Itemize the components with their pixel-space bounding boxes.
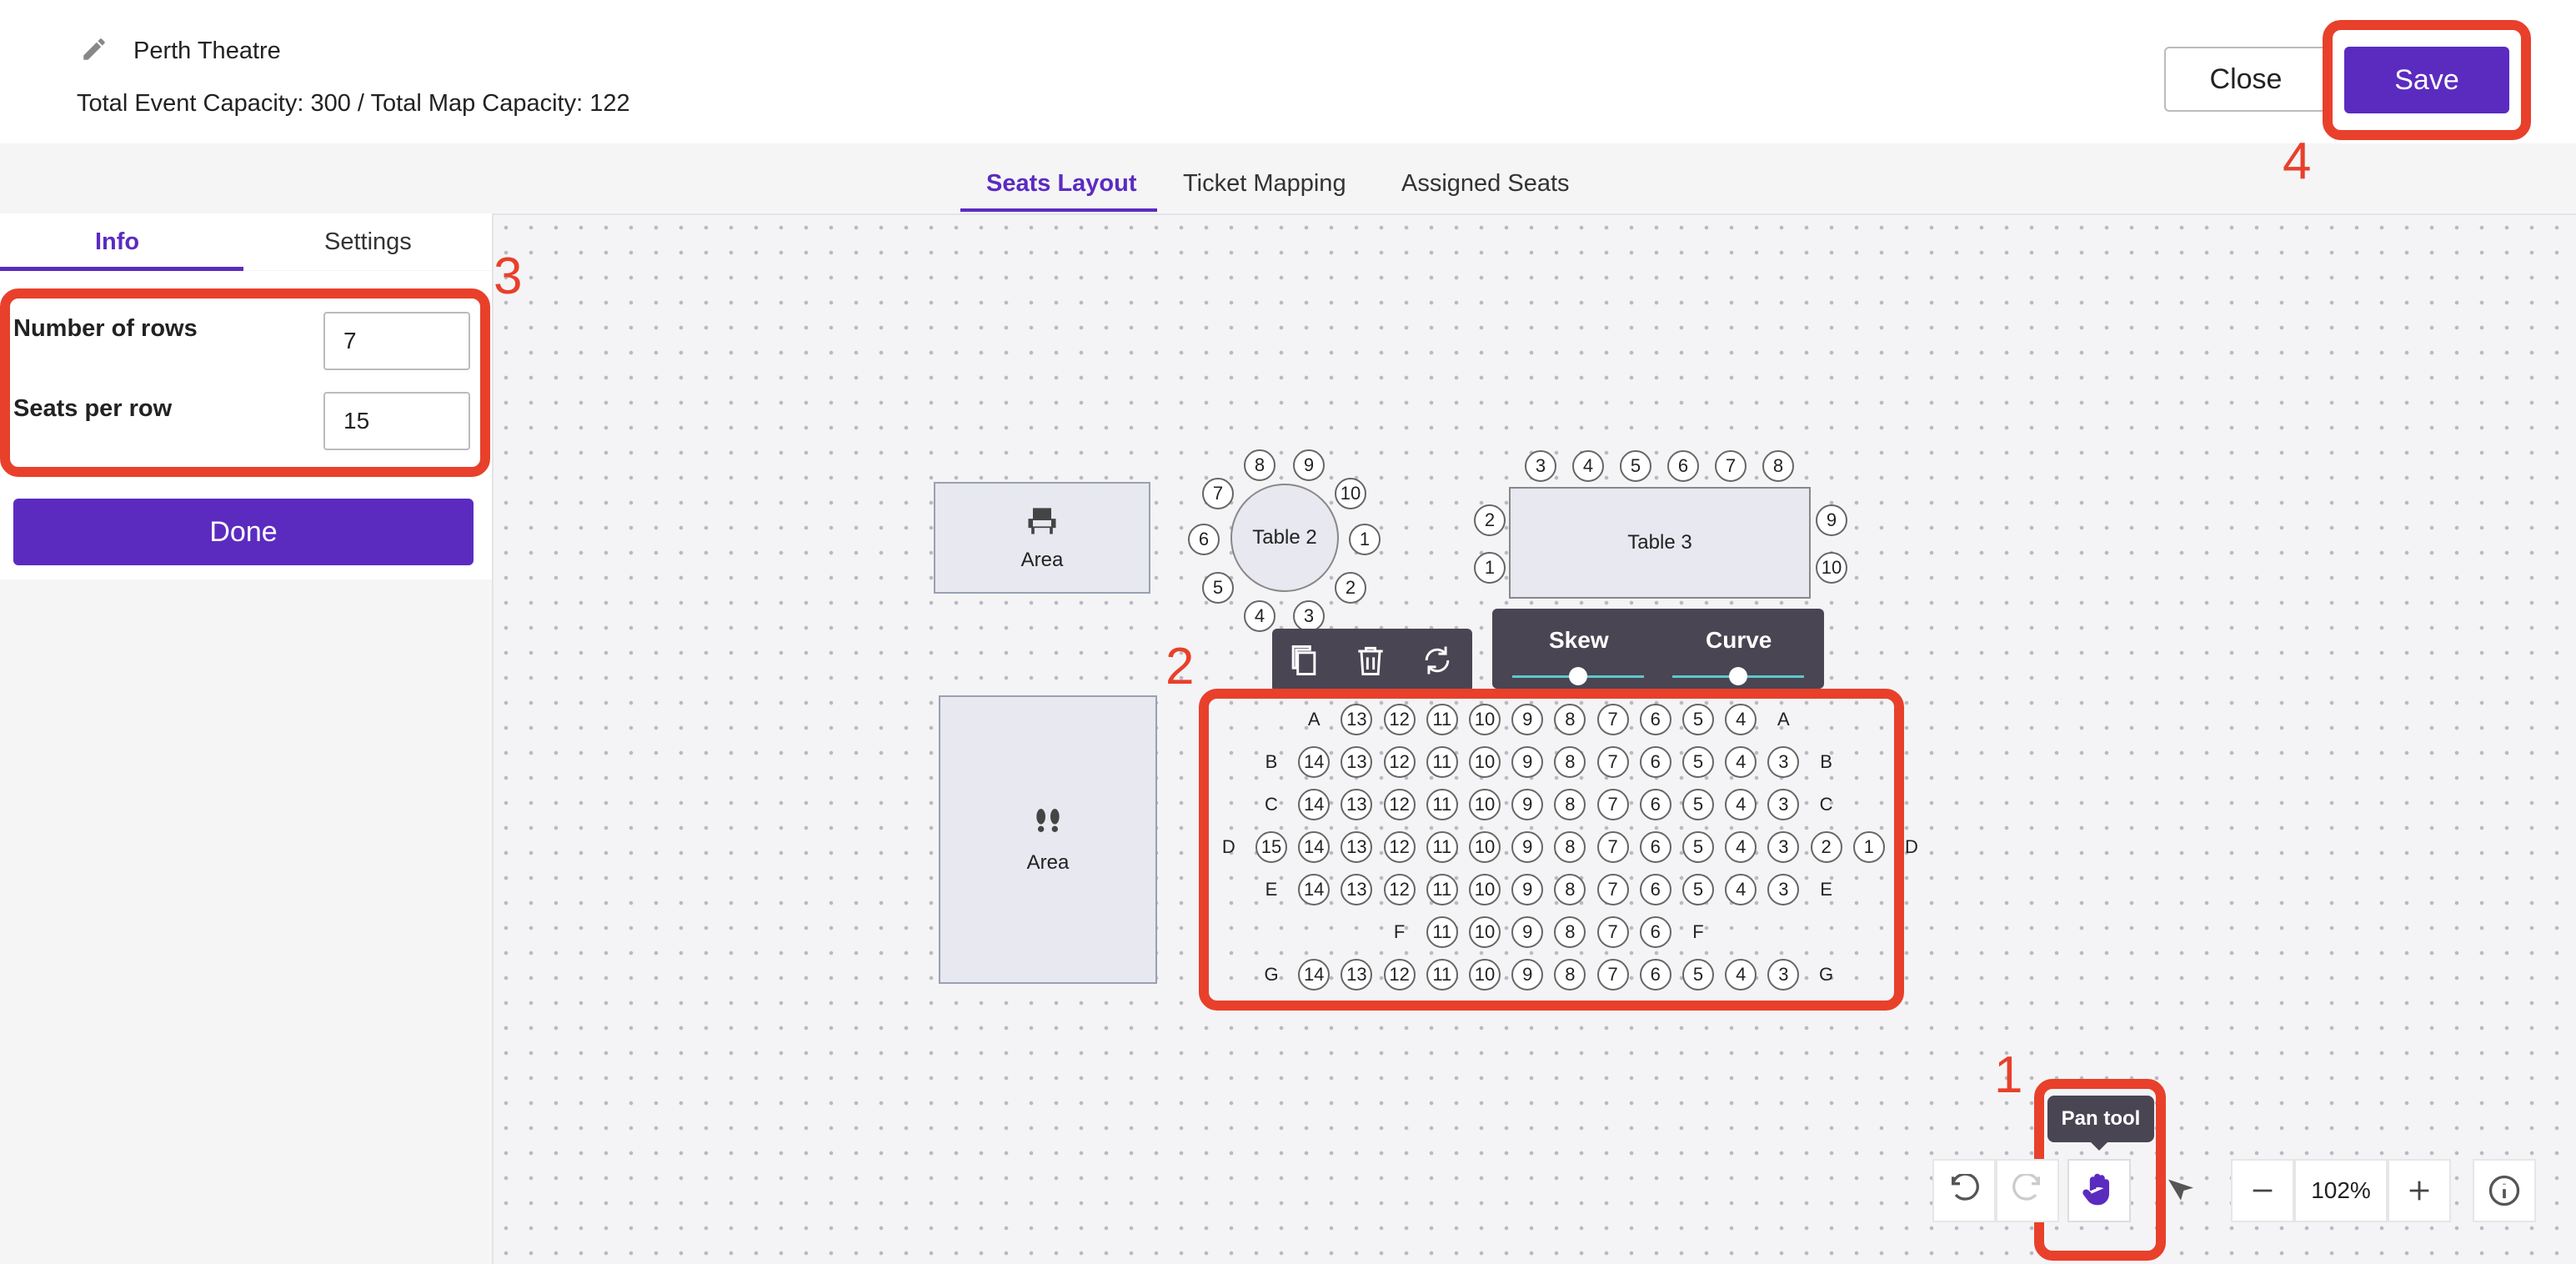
table-3-seat[interactable]: 10 — [1816, 552, 1847, 584]
tab-settings[interactable]: Settings — [324, 228, 412, 256]
tab-seats-layout[interactable]: Seats Layout — [986, 170, 1137, 198]
close-button[interactable]: Close — [2164, 47, 2328, 112]
rotate-icon[interactable] — [1419, 642, 1456, 683]
table-3-label: Table 3 — [1627, 531, 1692, 554]
annotation-4: 4 — [2283, 133, 2312, 190]
done-button[interactable]: Done — [13, 499, 474, 565]
table-3-seat[interactable]: 3 — [1525, 450, 1556, 482]
venue-name: Perth Theatre — [133, 38, 281, 64]
trash-icon[interactable] — [1352, 642, 1389, 683]
zoom-level: 102% — [2294, 1159, 2388, 1222]
copy-icon[interactable] — [1285, 642, 1322, 683]
tooltip-arrow — [2089, 1141, 2109, 1151]
venue-title[interactable]: Perth Theatre — [80, 35, 281, 68]
table-2-label: Table 2 — [1252, 526, 1317, 549]
area-top-label: Area — [1020, 548, 1064, 571]
area-bottom[interactable]: Area — [939, 695, 1157, 984]
table-3-seat[interactable]: 5 — [1620, 450, 1651, 482]
table-2[interactable]: Table 2 — [1230, 484, 1339, 592]
hand-icon — [2082, 1173, 2109, 1206]
annotation-2: 2 — [1165, 638, 1195, 695]
table-2-seat[interactable]: 3 — [1293, 600, 1325, 632]
info-button[interactable] — [2473, 1159, 2536, 1222]
table-2-seat[interactable]: 8 — [1244, 449, 1275, 481]
table-2-seat[interactable]: 4 — [1244, 600, 1275, 632]
left-panel-tabs — [0, 213, 492, 270]
table-3-seat[interactable]: 4 — [1572, 450, 1604, 482]
highlight-box-2 — [1199, 689, 1904, 1011]
table-2-seat[interactable]: 1 — [1349, 524, 1381, 555]
tab-assigned-seats[interactable]: Assigned Seats — [1401, 170, 1570, 198]
pencil-icon[interactable] — [80, 35, 108, 68]
table-3-seat[interactable]: 8 — [1762, 450, 1794, 482]
highlight-box-4 — [2323, 20, 2531, 140]
table-2-seat[interactable]: 6 — [1188, 524, 1220, 555]
undo-button[interactable] — [1932, 1159, 1996, 1222]
highlight-box-3 — [0, 288, 490, 477]
plus-icon — [2409, 1181, 2429, 1201]
active-tab-indicator — [960, 208, 1157, 212]
table-3-seat[interactable]: 7 — [1715, 450, 1747, 482]
table-2-seat[interactable]: 9 — [1293, 449, 1325, 481]
chair-icon — [1024, 504, 1060, 542]
table-3[interactable]: Table 3 — [1509, 487, 1811, 599]
curve-slider-handle[interactable] — [1729, 667, 1747, 685]
footprints-icon — [1030, 805, 1065, 845]
table-3-seat[interactable]: 1 — [1474, 552, 1506, 584]
capacity-text: Total Event Capacity: 300 / Total Map Ca… — [77, 90, 630, 117]
table-3-seat[interactable]: 9 — [1816, 504, 1847, 536]
minus-icon — [2253, 1189, 2273, 1192]
area-bottom-label: Area — [1026, 850, 1070, 874]
table-2-seat[interactable]: 10 — [1335, 478, 1366, 509]
curve-label: Curve — [1706, 627, 1772, 653]
select-tool-button[interactable] — [2149, 1159, 2213, 1222]
zoom-in-button[interactable] — [2388, 1159, 2451, 1222]
area-top[interactable]: Area — [934, 482, 1150, 594]
tab-info[interactable]: Info — [95, 228, 139, 256]
table-3-seat[interactable]: 6 — [1667, 450, 1699, 482]
pan-tool-tooltip: Pan tool — [2047, 1096, 2154, 1142]
skew-label: Skew — [1549, 627, 1609, 653]
annotation-3: 3 — [494, 248, 523, 305]
cursor-arrow-icon — [2168, 1179, 2193, 1201]
annotation-1: 1 — [1994, 1046, 2023, 1104]
skew-slider-handle[interactable] — [1569, 667, 1587, 685]
info-icon — [2488, 1175, 2520, 1206]
zoom-out-button[interactable] — [2231, 1159, 2294, 1222]
table-3-seat[interactable]: 2 — [1474, 504, 1506, 536]
table-2-seat[interactable]: 2 — [1335, 572, 1366, 604]
pan-tool-button[interactable] — [2067, 1159, 2131, 1222]
table-2-seat[interactable]: 5 — [1202, 572, 1234, 604]
redo-button[interactable] — [1996, 1159, 2059, 1222]
table-2-seat[interactable]: 7 — [1202, 478, 1234, 509]
tab-ticket-mapping[interactable]: Ticket Mapping — [1183, 170, 1346, 198]
